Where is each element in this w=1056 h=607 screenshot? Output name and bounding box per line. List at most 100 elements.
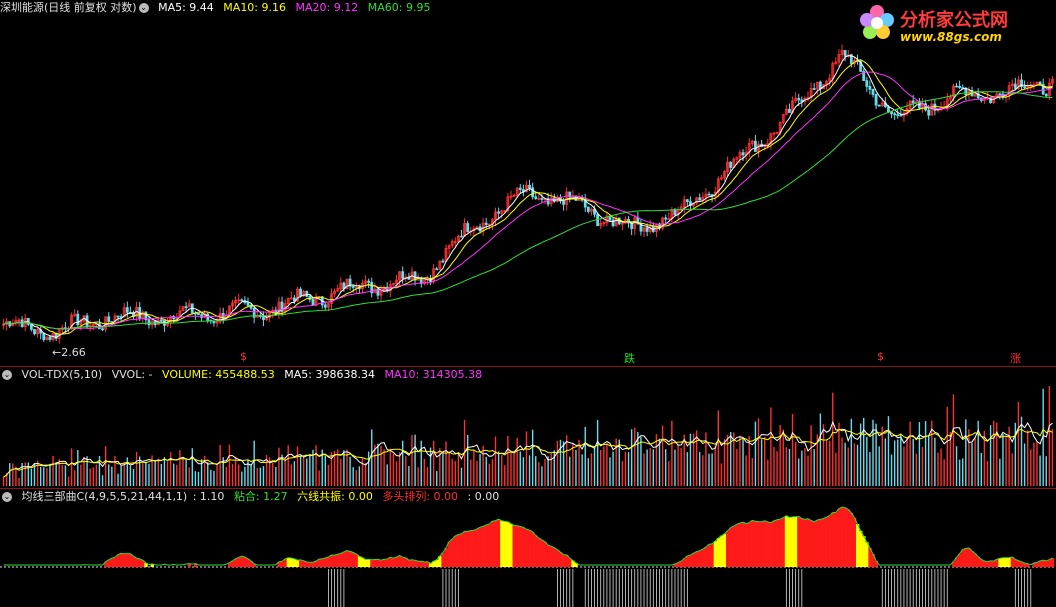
indicator-bar — [837, 508, 841, 567]
candle-body — [466, 223, 470, 233]
signal-marker: $ — [240, 350, 247, 363]
indicator-bar — [367, 559, 371, 567]
price-pane[interactable]: 深圳能源(日线 前复权 对数) ⌄ MA5: 9.44 MA10: 9.16 MA… — [0, 0, 1056, 366]
indicator-bar — [469, 530, 473, 567]
candle-body — [812, 88, 816, 90]
indicator-bar — [992, 560, 996, 567]
indicator-bar — [961, 549, 965, 567]
candle-body — [184, 306, 188, 309]
indicator-bar — [447, 541, 451, 567]
indicator-bar — [329, 555, 334, 567]
indicator-bar — [982, 560, 987, 567]
indicator-bar — [849, 512, 854, 567]
candle-body — [877, 104, 881, 107]
candle-body — [159, 319, 163, 322]
candle-body — [42, 332, 46, 341]
candle-body — [955, 85, 958, 88]
indicator-bar — [382, 559, 386, 567]
signal-marker: $ — [877, 350, 884, 363]
indicator-bar — [295, 560, 300, 567]
candle-body — [958, 85, 962, 89]
indicator-bar — [493, 520, 498, 567]
indicator-bar — [704, 547, 708, 567]
indicator-bar — [435, 559, 439, 567]
indicator-bar — [441, 552, 445, 567]
indicator-bar — [1001, 557, 1005, 567]
indicator-bar — [500, 520, 504, 567]
indicator-bar — [354, 553, 359, 567]
indicator-bar — [299, 559, 303, 567]
resonance-readout: 六线共振: 0.00 — [297, 490, 373, 503]
indicator-header: ⌄ 均线三部曲C(4,9,5,5,21,44,1,1) : 1.10 粘合: 1… — [0, 489, 505, 505]
candle-body — [497, 211, 501, 214]
indicator-bar — [1004, 557, 1008, 567]
indicator-bar — [710, 543, 714, 567]
indicator-bar — [240, 556, 244, 567]
collapse-icon[interactable]: ⌄ — [2, 492, 12, 502]
candle-body — [246, 302, 250, 306]
indicator-bar — [744, 523, 748, 567]
indicator-bar — [552, 547, 557, 567]
indicator-bar — [772, 520, 776, 567]
ma10-line — [3, 59, 1053, 335]
indicator-bar — [478, 527, 482, 567]
indicator-name: 均线三部曲C(4,9,5,5,21,44,1,1) — [21, 490, 188, 503]
indicator-bar — [1044, 560, 1049, 567]
indicator-bar — [775, 519, 779, 567]
indicator-chart — [0, 506, 1056, 607]
indicator-bar — [1041, 560, 1046, 567]
indicator-bar — [506, 521, 510, 567]
candle-body — [927, 109, 931, 116]
indicator-bar — [323, 558, 328, 567]
indicator-bar — [985, 561, 990, 567]
signal-marker: 跌 — [624, 352, 635, 365]
candle-body — [818, 81, 822, 90]
indicator-bar — [989, 560, 993, 567]
indicator-bar — [794, 516, 798, 567]
indicator-bar — [531, 531, 535, 567]
indicator-bar — [787, 517, 792, 567]
indicator-bar — [719, 535, 724, 567]
indicator-bar — [110, 558, 114, 567]
indicator-bar — [995, 559, 999, 567]
indicator-bar — [809, 520, 813, 567]
candle-body — [351, 285, 355, 288]
volume-header: ⌄ VOL-TDX(5,10) VVOL: - VOLUME: 455488.5… — [0, 367, 488, 383]
indicator-bar — [342, 551, 346, 567]
candle-body — [843, 50, 847, 57]
indicator-bar — [713, 541, 718, 567]
candle-body — [890, 111, 893, 115]
candle-body — [401, 271, 405, 279]
indicator-value: : 1.10 — [192, 490, 225, 503]
indicator-bar — [691, 553, 696, 567]
indicator-bar — [797, 516, 801, 567]
indicator-bar — [453, 535, 458, 567]
candle-body — [48, 336, 52, 341]
candle-body — [1038, 81, 1042, 85]
candle-body — [874, 94, 878, 106]
collapse-icon[interactable]: ⌄ — [138, 3, 149, 13]
indicator-bar — [413, 560, 417, 567]
candle-body — [664, 217, 668, 220]
indicator-bar — [515, 525, 520, 567]
indicator-bar — [760, 521, 764, 567]
indicator-bar — [707, 544, 711, 567]
candle-body — [754, 140, 757, 152]
volume-pane[interactable]: ⌄ VOL-TDX(5,10) VVOL: - VOLUME: 455488.5… — [0, 367, 1056, 488]
indicator-bar — [481, 526, 485, 567]
indicator-bar — [243, 557, 247, 567]
indicator-bar — [357, 556, 362, 567]
indicator-bar — [379, 560, 383, 567]
indicator-bar — [741, 522, 745, 567]
indicator-bar — [463, 531, 467, 567]
candle-body — [484, 222, 488, 225]
collapse-icon[interactable]: ⌄ — [2, 370, 12, 380]
indicator-bar — [518, 526, 523, 567]
low-price-value: 2.66 — [61, 346, 86, 359]
indicator-bar — [475, 528, 479, 567]
indicator-bar — [843, 507, 847, 567]
indicator-bar — [865, 542, 869, 567]
indicator-pane[interactable]: ⌄ 均线三部曲C(4,9,5,5,21,44,1,1) : 1.10 粘合: 1… — [0, 489, 1056, 607]
candle-body — [197, 312, 200, 316]
candle-body — [865, 80, 869, 87]
